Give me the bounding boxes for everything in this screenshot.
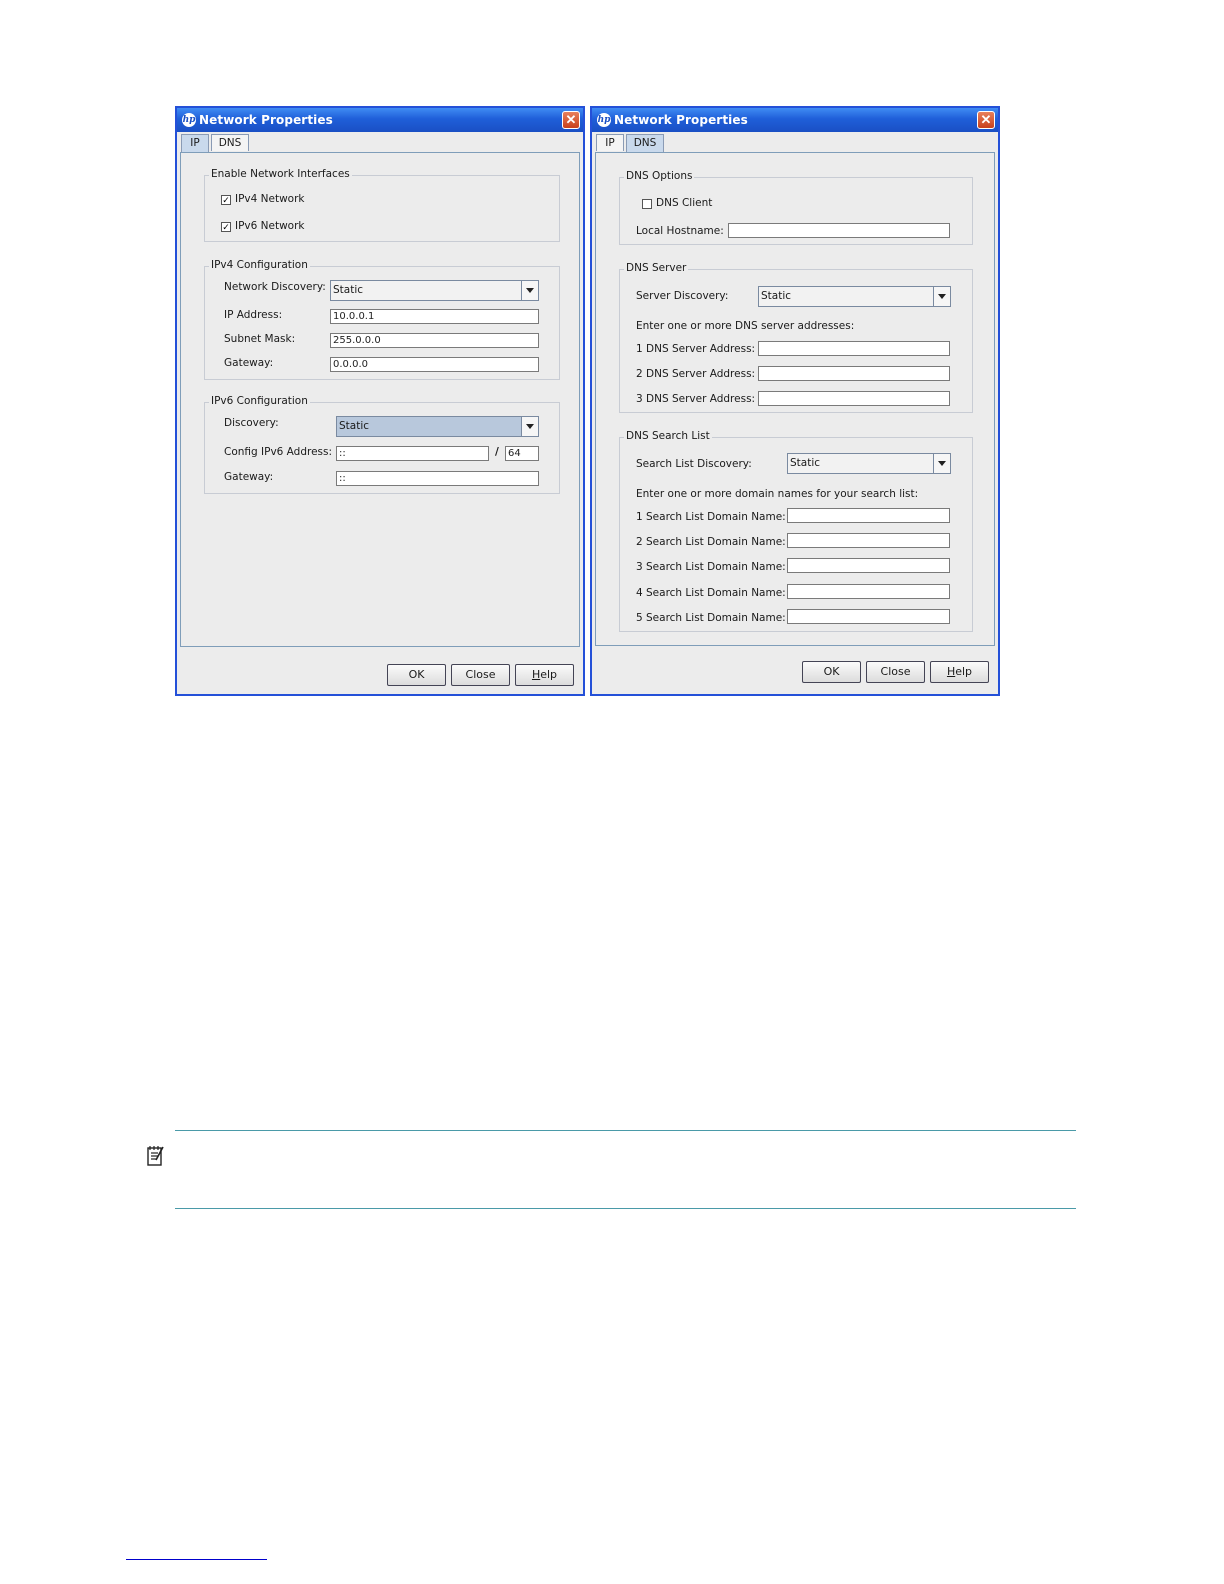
ipv4-gateway-input[interactable]: 0.0.0.0 [330,357,539,372]
help-button[interactable]: Help [515,664,574,686]
dns-server-group: DNS Server Server Discovery: Static Ente… [619,262,973,413]
local-hostname-input[interactable] [728,223,950,238]
search-list-discovery-select[interactable]: Static [787,453,951,474]
network-properties-dialog-ip: hp Network Properties ✕ IP DNS Enable Ne… [175,106,585,696]
dns-server-address-2-input[interactable] [758,366,950,381]
chevron-down-icon[interactable] [521,281,538,300]
network-properties-dialog-dns: hp Network Properties ✕ IP DNS DNS Optio… [590,106,1000,696]
ipv6-gateway-input[interactable]: :: [336,471,539,486]
tab-ip[interactable]: IP [181,134,209,152]
search-domain-label: 4 Search List Domain Name: [636,587,786,599]
footnote-rule [126,1559,267,1560]
search-domain-3-input[interactable] [787,558,950,573]
ipv4-network-label: IPv4 Network [235,193,305,205]
selected-value: Static [790,457,821,469]
dns-server-address-3-input[interactable] [758,391,950,406]
group-title: IPv6 Configuration [209,395,310,407]
dns-options-group: DNS Options DNS Client Local Hostname: [619,170,973,245]
ok-button[interactable]: OK [802,661,861,683]
gateway-label: Gateway: [224,357,274,369]
ipv6-configuration-group: IPv6 Configuration Discovery: Static Con… [204,395,560,494]
group-title: DNS Server [624,262,689,274]
subnet-mask-input[interactable]: 255.0.0.0 [330,333,539,348]
dns-server-address-label: 2 DNS Server Address: [636,368,756,380]
help-label-rest: elp [540,668,558,681]
close-icon[interactable]: ✕ [562,111,580,129]
tab-panel-dns: DNS Options DNS Client Local Hostname: D… [595,152,995,646]
chevron-down-icon[interactable] [933,454,950,473]
ipv4-network-checkbox[interactable]: ✓ [221,195,231,205]
hp-logo-icon: hp [597,113,611,127]
ipv6-network-checkbox[interactable]: ✓ [221,222,231,232]
search-list-hint: Enter one or more domain names for your … [636,488,919,500]
subnet-mask-label: Subnet Mask: [224,333,296,345]
window-title: Network Properties [199,113,333,127]
server-discovery-label: Server Discovery: [636,290,729,302]
title-bar[interactable]: hp Network Properties ✕ [177,108,583,132]
local-hostname-label: Local Hostname: [636,225,724,237]
selected-value: Static [333,284,364,296]
help-mnemonic: H [531,668,541,681]
config-ipv6-address-label: Config IPv6 Address: [224,446,333,458]
dns-client-label: DNS Client [656,197,713,209]
help-label-rest: elp [955,665,973,678]
prefix-separator: / [495,446,499,458]
ipv6-address-input[interactable]: :: [336,446,489,461]
ipv4-configuration-group: IPv4 Configuration Network Discovery: St… [204,259,560,380]
hp-logo-icon: hp [182,113,196,127]
group-title: IPv4 Configuration [209,259,310,271]
group-title: Enable Network Interfaces [209,168,352,180]
dns-server-address-label: 1 DNS Server Address: [636,343,756,355]
search-domain-label: 3 Search List Domain Name: [636,561,786,573]
search-domain-label: 1 Search List Domain Name: [636,511,786,523]
chevron-down-icon[interactable] [521,417,538,436]
chevron-down-icon[interactable] [933,287,950,306]
selected-value: Static [339,420,370,432]
enable-interfaces-group: Enable Network Interfaces ✓ IPv4 Network… [204,168,560,242]
selected-value: Static [761,290,792,302]
note-icon [147,1146,164,1166]
close-button[interactable]: Close [866,661,925,683]
ok-button[interactable]: OK [387,664,446,686]
search-domain-5-input[interactable] [787,609,950,624]
dns-server-address-label: 3 DNS Server Address: [636,393,756,405]
note-bottom-rule [175,1208,1076,1209]
search-domain-2-input[interactable] [787,533,950,548]
group-title: DNS Options [624,170,695,182]
help-mnemonic: H [946,665,956,678]
ipv6-network-label: IPv6 Network [235,220,305,232]
search-domain-1-input[interactable] [787,508,950,523]
search-domain-label: 2 Search List Domain Name: [636,536,786,548]
close-icon[interactable]: ✕ [977,111,995,129]
close-button[interactable]: Close [451,664,510,686]
dns-client-checkbox[interactable] [642,199,652,209]
tab-ip[interactable]: IP [596,134,624,151]
dns-server-address-1-input[interactable] [758,341,950,356]
window-title: Network Properties [614,113,748,127]
tab-panel-ip: Enable Network Interfaces ✓ IPv4 Network… [180,152,580,647]
tab-dns[interactable]: DNS [211,134,249,151]
dns-server-hint: Enter one or more DNS server addresses: [636,320,855,332]
tab-dns[interactable]: DNS [626,134,664,152]
ip-address-label: IP Address: [224,309,283,321]
title-bar[interactable]: hp Network Properties ✕ [592,108,998,132]
network-discovery-select[interactable]: Static [330,280,539,301]
server-discovery-select[interactable]: Static [758,286,951,307]
ipv6-prefix-input[interactable]: 64 [505,446,539,461]
group-title: DNS Search List [624,430,712,442]
ipv6-discovery-select[interactable]: Static [336,416,539,437]
search-domain-label: 5 Search List Domain Name: [636,612,786,624]
search-domain-4-input[interactable] [787,584,950,599]
network-discovery-label: Network Discovery: [224,281,326,293]
ipv6-discovery-label: Discovery: [224,417,279,429]
dns-search-list-group: DNS Search List Search List Discovery: S… [619,430,973,632]
search-list-discovery-label: Search List Discovery: [636,458,752,470]
help-button[interactable]: Help [930,661,989,683]
note-top-rule [175,1130,1076,1131]
ip-address-input[interactable]: 10.0.0.1 [330,309,539,324]
ipv6-gateway-label: Gateway: [224,471,274,483]
